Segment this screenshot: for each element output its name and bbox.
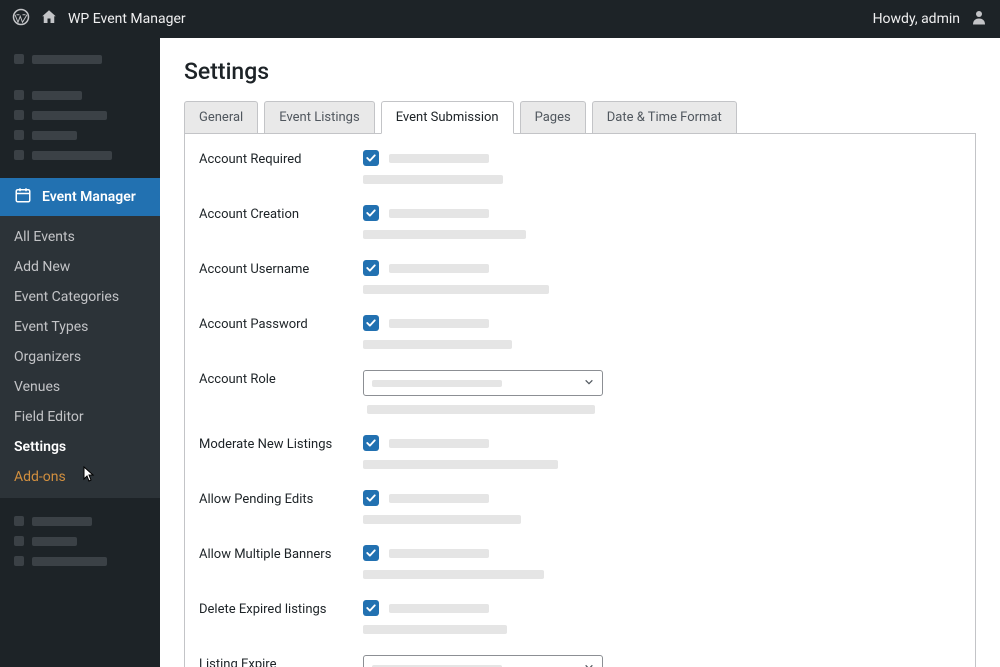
menu-label: Event Manager: [42, 189, 136, 205]
checkbox[interactable]: [363, 600, 379, 616]
submenu-field-editor[interactable]: Field Editor: [0, 402, 160, 432]
settings-form: Account Required Account Creation Account …: [184, 134, 976, 667]
site-title[interactable]: WP Event Manager: [68, 11, 186, 27]
select-dropdown[interactable]: [363, 655, 603, 667]
placeholder-text: [389, 604, 489, 613]
select-dropdown[interactable]: [363, 370, 603, 396]
field-label: Account Required: [199, 150, 363, 167]
field-row: Account Required: [199, 150, 961, 184]
submenu-organizers[interactable]: Organizers: [0, 342, 160, 372]
placeholder-text: [389, 439, 489, 448]
placeholder-desc: [363, 285, 549, 294]
field-row: Account Role: [199, 370, 961, 414]
checkbox[interactable]: [363, 315, 379, 331]
field-label: Account Password: [199, 315, 363, 332]
checkbox[interactable]: [363, 490, 379, 506]
field-label: Allow Pending Edits: [199, 490, 363, 507]
field-label: Allow Multiple Banners: [199, 545, 363, 562]
submenu-event-types[interactable]: Event Types: [0, 312, 160, 342]
placeholder-desc: [363, 230, 526, 239]
checkbox[interactable]: [363, 545, 379, 561]
submenu-venues[interactable]: Venues: [0, 372, 160, 402]
checkbox[interactable]: [363, 435, 379, 451]
checkbox[interactable]: [363, 150, 379, 166]
chevron-down-icon: [584, 376, 594, 391]
field-row: Delete Expired listings: [199, 600, 961, 634]
placeholder-text: [372, 380, 502, 387]
placeholder-desc: [363, 460, 558, 469]
page-title: Settings: [184, 58, 976, 85]
submenu-all-events[interactable]: All Events: [0, 222, 160, 252]
user-icon[interactable]: [970, 8, 988, 30]
tab-pages[interactable]: Pages: [520, 101, 586, 133]
submenu-add-new[interactable]: Add New: [0, 252, 160, 282]
admin-sidebar: Event Manager All Events Add New Event C…: [0, 38, 160, 667]
submenu-event-categories[interactable]: Event Categories: [0, 282, 160, 312]
submenu-settings[interactable]: Settings: [0, 432, 160, 462]
field-row: Account Username: [199, 260, 961, 294]
placeholder-desc: [363, 340, 512, 349]
placeholder-text: [389, 264, 489, 273]
checkbox[interactable]: [363, 205, 379, 221]
field-row: Allow Pending Edits: [199, 490, 961, 524]
placeholder-text: [389, 494, 489, 503]
tab-date-time-format[interactable]: Date & Time Format: [592, 101, 737, 133]
field-label: Moderate New Listings: [199, 435, 363, 452]
chevron-down-icon: [584, 661, 594, 667]
tab-event-submission[interactable]: Event Submission: [381, 101, 514, 134]
main-content: Settings General Event Listings Event Su…: [160, 38, 1000, 667]
placeholder-desc: [363, 625, 507, 634]
placeholder-desc: [363, 515, 521, 524]
placeholder-desc: [367, 405, 595, 414]
placeholder-desc: [363, 570, 544, 579]
placeholder-text: [389, 549, 489, 558]
field-row: Allow Multiple Banners: [199, 545, 961, 579]
submenu: All Events Add New Event Categories Even…: [0, 216, 160, 498]
checkbox[interactable]: [363, 260, 379, 276]
home-icon[interactable]: [40, 8, 58, 30]
tab-general[interactable]: General: [184, 101, 258, 133]
field-label: Account Creation: [199, 205, 363, 222]
submenu-add-ons[interactable]: Add-ons: [0, 462, 160, 492]
howdy-text[interactable]: Howdy, admin: [873, 11, 960, 27]
admin-bar: WP Event Manager Howdy, admin: [0, 0, 1000, 38]
placeholder-text: [389, 209, 489, 218]
placeholder-text: [389, 154, 489, 163]
menu-event-manager[interactable]: Event Manager: [0, 178, 160, 216]
field-row: Account Password: [199, 315, 961, 349]
field-label: Account Username: [199, 260, 363, 277]
wordpress-icon[interactable]: [12, 8, 30, 30]
tab-event-listings[interactable]: Event Listings: [264, 101, 374, 133]
field-label: Listing Expire: [199, 655, 363, 667]
placeholder-desc: [363, 175, 503, 184]
settings-tabs: General Event Listings Event Submission …: [184, 101, 976, 134]
field-row: Listing Expire: [199, 655, 961, 667]
field-label: Account Role: [199, 370, 363, 387]
field-label: Delete Expired listings: [199, 600, 363, 617]
field-row: Account Creation: [199, 205, 961, 239]
placeholder-text: [389, 319, 489, 328]
calendar-icon: [14, 186, 32, 208]
field-row: Moderate New Listings: [199, 435, 961, 469]
